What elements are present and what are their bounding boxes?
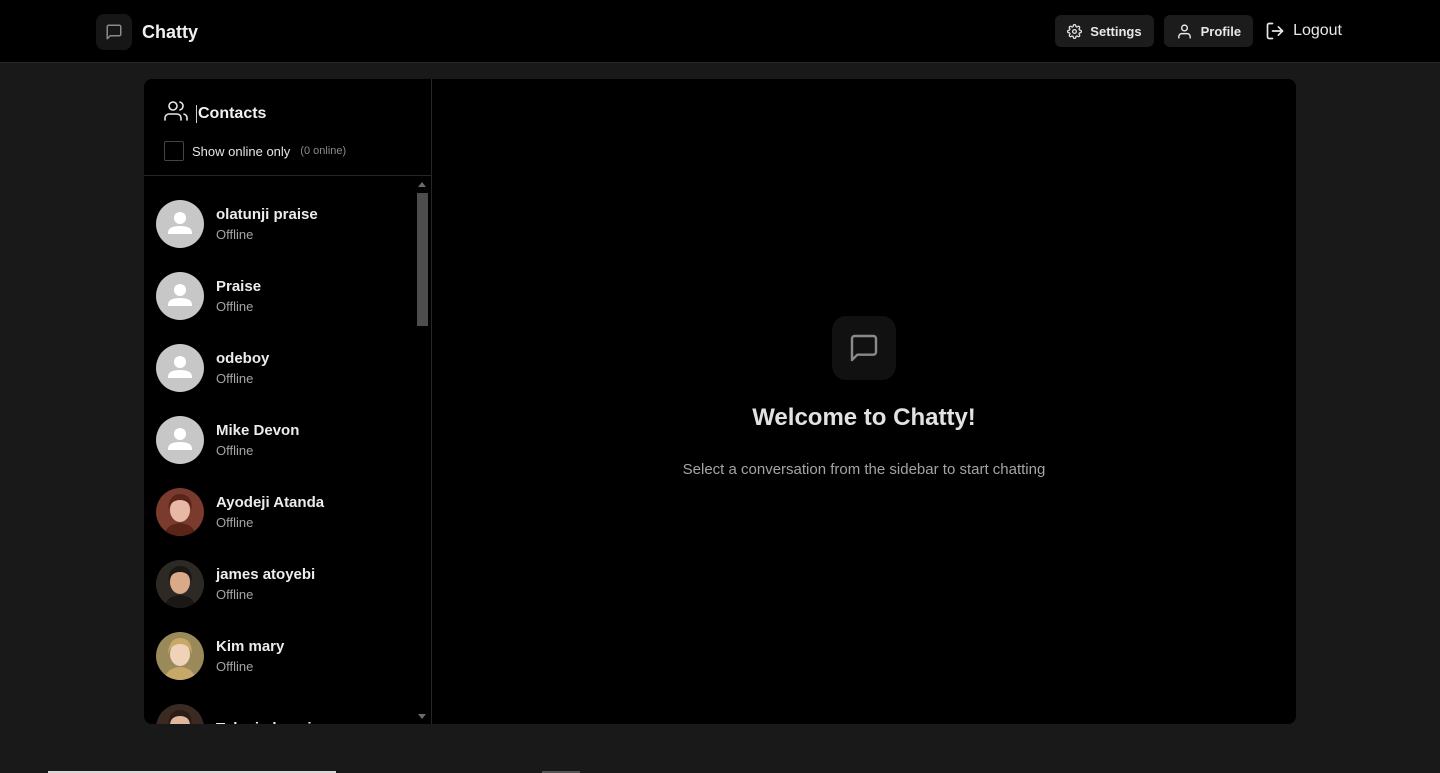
contact-info: Kim mary Offline [216,638,284,674]
users-icon [164,99,188,128]
contact-item[interactable]: Praise Offline [144,260,431,332]
contact-item[interactable]: olatunji praise Offline [144,188,431,260]
logout-button[interactable]: Logout [1263,15,1344,47]
contact-name: Mike Devon [216,422,300,439]
contact-name: Tolani okoosi [216,720,312,725]
contacts-list: olatunji praise Offline Praise Offline odebo… [144,176,431,724]
contacts-scrollbar[interactable] [414,176,431,724]
scroll-down-arrow-icon[interactable] [418,714,426,719]
contact-name: Praise [216,278,262,295]
contact-info: odeboy Offline [216,350,269,386]
logout-label: Logout [1293,22,1342,39]
contacts-title: Contacts [198,104,267,122]
scroll-thumb[interactable] [417,193,428,326]
avatar-placeholder-icon [156,200,204,248]
avatar-placeholder-icon [156,344,204,392]
contact-info: Ayodeji Atanda Offline [216,494,324,530]
contact-item[interactable]: odeboy Offline [144,332,431,404]
settings-button[interactable]: Settings [1055,15,1154,47]
welcome-subtitle: Select a conversation from the sidebar t… [682,461,1046,478]
contact-status: Offline [216,299,254,314]
contact-status: Offline [216,587,254,602]
welcome-view: Welcome to Chatty! Select a conversation… [432,79,1296,724]
online-filter: Show online only (0 online) [164,141,411,161]
text-caret [196,104,197,123]
gear-icon [1067,23,1083,39]
nav-actions: Settings Profile Logout [1055,15,1344,47]
online-count: (0 online) [300,145,347,157]
contact-status: Offline [216,371,254,386]
contact-item[interactable]: Ayodeji Atanda Offline [144,476,431,548]
contact-name: Kim mary [216,638,285,655]
profile-label: Profile [1200,23,1242,39]
user-icon [1176,23,1193,40]
contact-item[interactable]: Mike Devon Offline [144,404,431,476]
welcome-title: Welcome to Chatty! [752,404,976,431]
contacts-heading: Contacts [164,99,411,128]
message-square-icon [832,316,896,380]
avatar [156,632,204,680]
contacts-sidebar: Contacts Show online only (0 online) ola… [144,79,432,724]
contact-name: odeboy [216,350,270,367]
sidebar-header: Contacts Show online only (0 online) [144,79,431,176]
contact-status: Offline [216,659,254,674]
avatar [156,560,204,608]
settings-label: Settings [1090,23,1142,39]
show-online-label[interactable]: Show online only [192,144,290,159]
avatar [156,704,204,724]
contact-name: james atoyebi [216,566,316,583]
scroll-up-arrow-icon[interactable] [418,182,426,187]
contact-status: Offline [216,443,254,458]
avatar [156,488,204,536]
contact-name: Ayodeji Atanda [216,494,325,511]
contact-info: olatunji praise Offline [216,206,318,242]
logout-icon [1265,21,1285,41]
avatar-placeholder-icon [156,272,204,320]
avatar-placeholder-icon [156,416,204,464]
contact-name: olatunji praise [216,206,318,223]
contact-item[interactable]: james atoyebi Offline [144,548,431,620]
contact-info: Mike Devon Offline [216,422,299,458]
profile-button[interactable]: Profile [1163,15,1254,47]
chat-panel: Contacts Show online only (0 online) ola… [144,79,1296,724]
brand-link[interactable]: Chatty [96,14,198,50]
contact-status: Offline [216,515,254,530]
app-name: Chatty [142,21,199,42]
contact-info: james atoyebi Offline [216,566,315,602]
contact-info: Praise Offline [216,278,261,314]
message-square-icon [96,14,132,50]
contact-info: Tolani okoosi [216,720,312,725]
contact-status: Offline [216,227,254,242]
show-online-checkbox[interactable] [164,141,184,161]
contact-item[interactable]: Kim mary Offline [144,620,431,692]
contact-item[interactable]: Tolani okoosi [144,692,431,724]
top-navbar: Chatty Settings Profile Logout [0,0,1440,63]
